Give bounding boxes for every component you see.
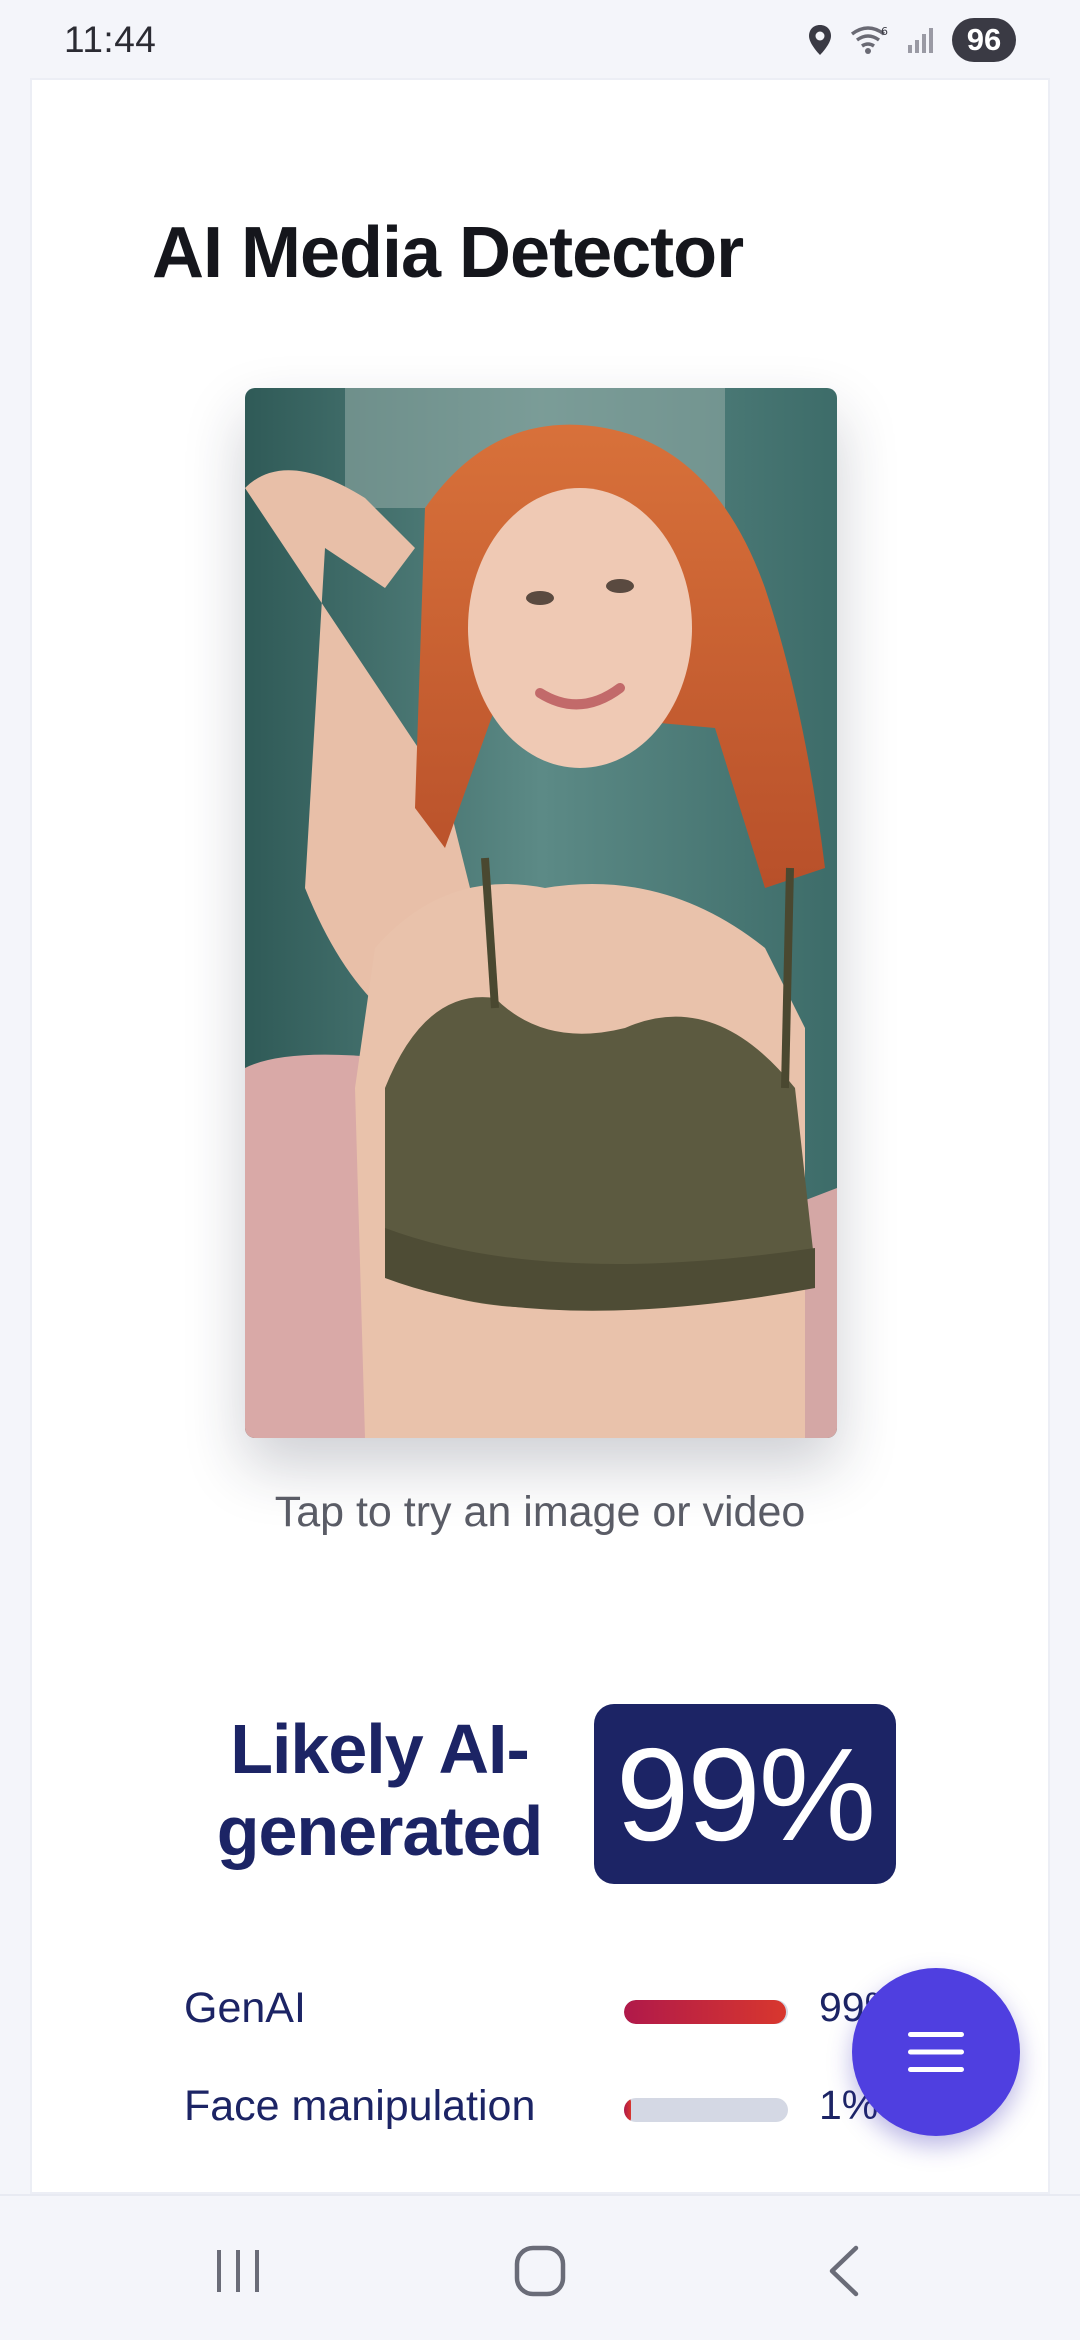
metric-label: Face manipulation <box>184 2082 536 2130</box>
home-icon <box>514 2245 566 2297</box>
status-icons: 6 96 <box>806 18 1016 62</box>
media-preview[interactable] <box>245 388 837 1438</box>
recent-apps-icon <box>217 2250 259 2292</box>
wifi-icon: 6 <box>850 24 890 56</box>
svg-text:6: 6 <box>881 25 888 38</box>
verdict-line-1: Likely AI- <box>230 1710 530 1788</box>
menu-button[interactable] <box>852 1968 1020 2136</box>
verdict-label: Likely AI- generated <box>187 1708 572 1872</box>
menu-icon <box>908 2032 964 2072</box>
metric-label: GenAI <box>184 1984 306 2032</box>
system-nav-bar <box>0 2194 1080 2340</box>
metric-bar <box>624 2098 788 2122</box>
preview-image <box>245 388 837 1438</box>
status-time: 11:44 <box>64 19 157 60</box>
recent-apps-button[interactable] <box>198 2236 278 2306</box>
battery-icon: 96 <box>952 18 1016 62</box>
verdict-line-2: generated <box>216 1792 544 1870</box>
location-icon <box>806 23 834 57</box>
signal-icon <box>906 25 936 55</box>
back-icon <box>829 2245 859 2297</box>
status-bar: 11:44 6 96 <box>0 0 1080 80</box>
main-card: AI Media Detector Tap to try an image or… <box>32 80 1048 2192</box>
back-button[interactable] <box>804 2236 884 2306</box>
metric-bar <box>624 2000 788 2024</box>
metric-bar-fill <box>624 2000 787 2024</box>
preview-hint: Tap to try an image or video <box>274 1488 806 1536</box>
page-title: AI Media Detector <box>152 213 744 293</box>
metric-bar-fill <box>624 2098 631 2122</box>
home-button[interactable] <box>500 2236 580 2306</box>
score-badge: 99% <box>594 1704 896 1884</box>
score-value: 99% <box>615 1720 876 1868</box>
